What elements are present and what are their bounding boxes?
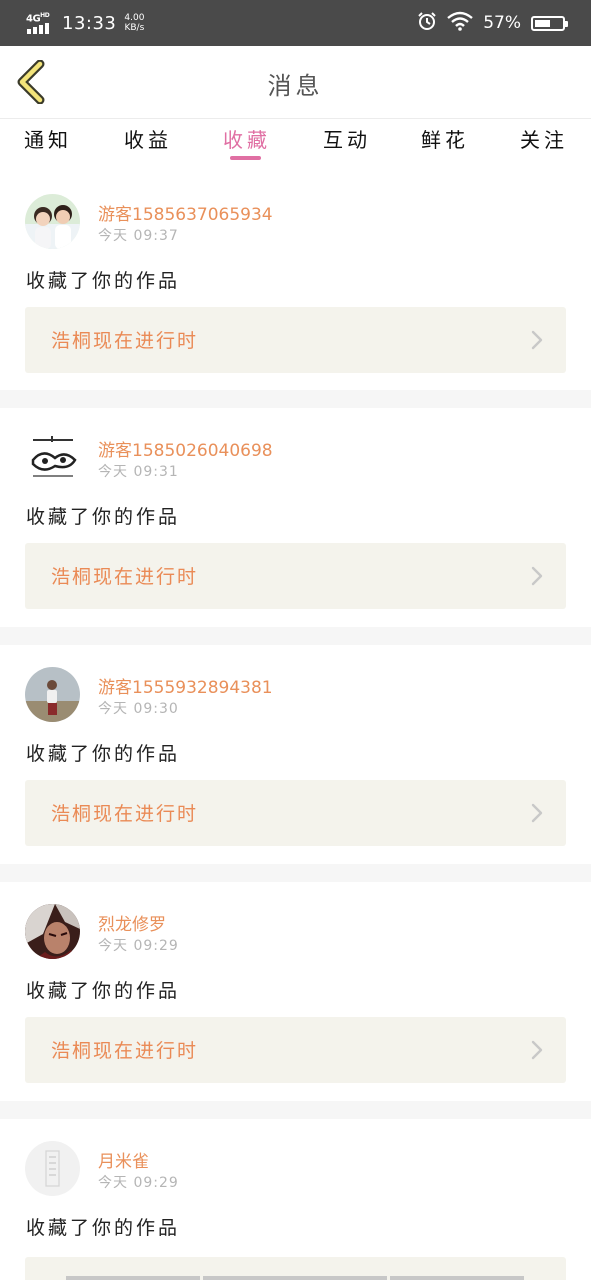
timestamp: 今天 09:29 [98,938,179,954]
work-card[interactable]: 浩桐现在进行时 [25,780,566,846]
status-left: 4GHD 13:33 4.00 KB/s [26,9,144,37]
separator [0,1101,591,1119]
timestamp: 今天 09:31 [98,464,179,480]
action-text: 收藏了你的作品 [26,270,181,292]
username[interactable]: 月米雀 [98,1147,149,1172]
timestamp: 今天 09:37 [98,228,179,244]
wifi-icon [447,11,473,35]
active-tab-indicator [230,156,261,160]
avatar[interactable] [25,194,80,249]
work-card[interactable]: 浩桐现在进行时 [25,307,566,373]
status-bar: 4GHD 13:33 4.00 KB/s 57% [0,0,591,46]
message-card: 游客1585637065934 今天 09:37 收藏了你的作品 浩桐现在进行时 [0,172,591,390]
work-card[interactable]: 浩桐现在进行时 [25,543,566,609]
work-title: 浩桐现在进行时 [51,330,199,352]
tab-interactions[interactable]: 互动 [323,124,371,153]
action-text: 收藏了你的作品 [26,743,181,765]
message-card: 游客1585026040698 今天 09:31 收藏了你的作品 浩桐现在进行时 [0,408,591,627]
status-right: 57% [417,9,568,37]
avatar[interactable] [25,904,80,959]
separator [0,627,591,645]
action-text: 收藏了你的作品 [26,980,181,1002]
image-strip [203,1276,387,1280]
chevron-right-icon [531,330,543,350]
message-card: 游客1555932894381 今天 09:30 收藏了你的作品 浩桐现在进行时 [0,645,591,864]
work-card[interactable]: 浩桐现在进行时 [25,1017,566,1083]
tab-bar: 通知 收益 收藏 互动 鲜花 关注 [0,118,591,164]
image-strip [390,1276,524,1280]
action-text: 收藏了你的作品 [26,506,181,528]
tab-following[interactable]: 关注 [520,124,568,153]
battery-icon [531,15,568,31]
username[interactable]: 烈龙修罗 [98,910,166,935]
timestamp: 今天 09:29 [98,1175,179,1191]
network-speed: 4.00 KB/s [124,13,145,33]
message-card: 烈龙修罗 今天 09:29 收藏了你的作品 浩桐现在进行时 [0,882,591,1101]
username[interactable]: 游客1585637065934 [98,200,273,225]
work-title: 浩桐现在进行时 [51,1040,199,1062]
battery-percent: 57% [483,13,521,33]
work-title: 浩桐现在进行时 [51,803,199,825]
timestamp: 今天 09:30 [98,701,179,717]
username[interactable]: 游客1585026040698 [98,436,273,461]
avatar[interactable] [25,667,80,722]
tab-earnings[interactable]: 收益 [124,124,172,153]
app-header: 消息 [0,46,591,119]
chevron-right-icon [531,803,543,823]
chevron-right-icon [531,566,543,586]
action-text: 收藏了你的作品 [26,1217,181,1239]
chevron-right-icon [531,1040,543,1060]
signal-icon: 4GHD [26,11,56,35]
message-list: 游客1585637065934 今天 09:37 收藏了你的作品 浩桐现在进行时… [0,172,591,1269]
page-title: 消息 [267,72,324,100]
work-card[interactable] [25,1257,566,1280]
work-title: 浩桐现在进行时 [51,566,199,588]
tab-flowers[interactable]: 鲜花 [421,124,469,153]
message-card: 月米雀 今天 09:29 收藏了你的作品 [0,1119,591,1269]
tab-notifications[interactable]: 通知 [24,124,72,153]
avatar[interactable] [25,430,80,485]
separator [0,390,591,408]
tab-favorites[interactable]: 收藏 [223,124,271,153]
status-time: 13:33 [62,12,117,34]
separator [0,864,591,882]
username[interactable]: 游客1555932894381 [98,673,273,698]
image-strip [66,1276,200,1280]
avatar[interactable] [25,1141,80,1196]
alarm-icon [417,11,437,35]
